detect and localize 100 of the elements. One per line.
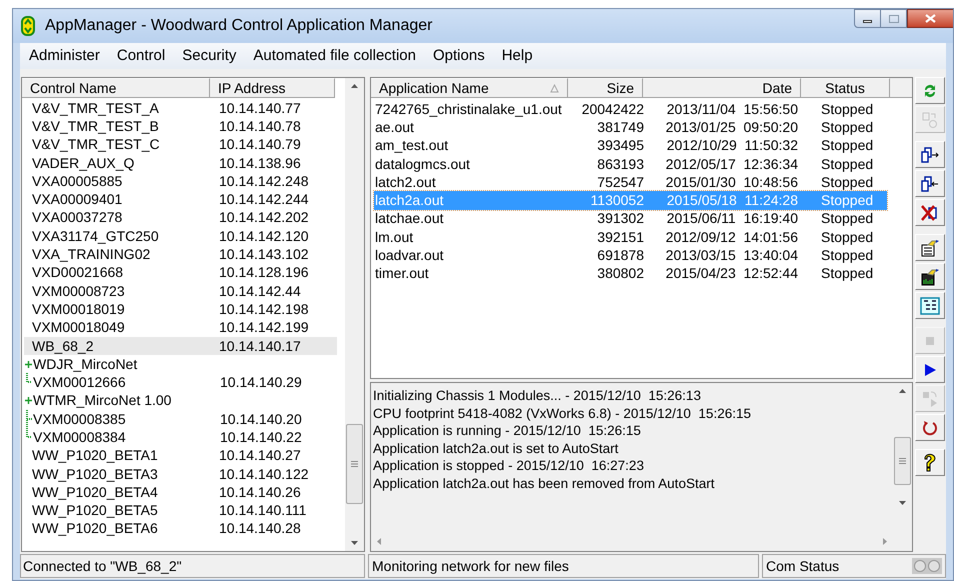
toolbar-button[interactable] xyxy=(915,263,945,290)
app-logo-icon xyxy=(21,16,35,36)
control-name: VXM00008385 xyxy=(33,410,127,429)
copy-right-icon xyxy=(920,146,940,164)
vertical-scrollbar[interactable] xyxy=(345,78,364,551)
application-name: 7242765_christinalake_u1.out xyxy=(374,100,563,119)
control-row[interactable]: VXM00008723 10.14.142.44 xyxy=(24,282,337,300)
toolbar-button[interactable] xyxy=(915,449,945,476)
application-row[interactable]: datalogmcs.out 863193 2012/05/17 12:36:34 Stopped xyxy=(374,154,887,174)
control-row[interactable]: VXA00009401 10.14.142.244 xyxy=(24,190,337,209)
convert-icon xyxy=(921,110,939,128)
step-icon xyxy=(921,390,939,408)
control-row[interactable]: V&V_TMR_TEST_B 10.14.140.78 xyxy=(24,117,337,136)
toolbar-button[interactable] xyxy=(915,141,945,168)
application-row[interactable]: latch2.out 752547 2015/01/30 10:48:56 Stopped xyxy=(374,173,887,192)
application-name: loadvar.out xyxy=(374,246,444,266)
close-icon xyxy=(925,14,936,23)
column-header[interactable]: IP Address xyxy=(210,78,335,98)
control-row[interactable]: VXA00037278 10.14.142.202 xyxy=(24,208,337,228)
application-size: 391302 xyxy=(596,209,645,228)
control-name: V&V_TMR_TEST_B xyxy=(32,116,160,136)
column-header[interactable]: Size xyxy=(568,78,643,98)
toolbar-button[interactable] xyxy=(915,356,945,383)
application-date: 2015/05/18 11:24:28 xyxy=(666,191,799,210)
application-size: 691878 xyxy=(596,246,645,266)
scroll-down-icon[interactable] xyxy=(351,541,358,545)
application-status: Stopped xyxy=(820,246,874,266)
control-row[interactable]: VXM00018019 10.14.142.198 xyxy=(24,300,337,319)
scrollbar-thumb[interactable] xyxy=(346,424,363,504)
menu-item[interactable]: Options xyxy=(433,44,485,68)
ip-address: 10.14.140.77 xyxy=(219,98,301,118)
application-status: Stopped xyxy=(820,154,874,174)
log-line: Initializing Chassis 1 Modules... - 2015/12/10 15:26:13 xyxy=(373,387,702,404)
log-line: Application is running - 2015/12/10 15:26:15 xyxy=(373,422,642,440)
menu-item[interactable]: Security xyxy=(182,44,236,68)
application-row[interactable]: timer.out 380802 2015/04/23 12:52:44 Stopped xyxy=(374,264,887,283)
application-date: 2013/01/25 09:50:20 xyxy=(664,118,799,137)
control-row[interactable]: WW_P1020_BETA1 10.14.140.27 xyxy=(24,446,337,465)
application-row[interactable]: ae.out 381749 2013/01/25 09:50:20 Stopped xyxy=(374,118,887,137)
control-row[interactable]: VXA31174_GTC250 10.14.142.120 xyxy=(24,227,337,246)
application-row[interactable]: 7242765_christinalake_u1.out 20042422 2013/11/04 15:56:50 Stopped xyxy=(374,100,887,118)
toolbar-button[interactable] xyxy=(915,234,945,261)
control-name: VADER_AUX_Q xyxy=(32,154,136,173)
control-row[interactable]: V&V_TMR_TEST_C 10.14.140.79 xyxy=(24,136,337,154)
control-row[interactable]: VXM00012666 10.14.140.29 xyxy=(24,373,337,392)
ip-address: 10.14.140.22 xyxy=(220,428,302,447)
control-row[interactable]: VXA_TRAINING02 10.14.143.102 xyxy=(24,245,337,264)
toolbar-button[interactable] xyxy=(915,199,945,226)
tree-plus-icon[interactable] xyxy=(25,360,32,368)
menu-item[interactable]: Help xyxy=(502,44,533,68)
ip-address: 10.14.140.29 xyxy=(220,373,302,392)
application-date: 2012/05/17 12:36:34 xyxy=(664,154,799,174)
control-name: WTMR_MircoNet 1.00 xyxy=(33,391,172,410)
control-row[interactable]: WDJR_MircoNet xyxy=(24,355,337,374)
column-header[interactable]: Date xyxy=(643,78,801,98)
toolbar-button[interactable] xyxy=(915,170,945,197)
control-row[interactable]: VXA00005885 10.14.142.248 xyxy=(24,172,337,190)
menu-item[interactable]: Automated file collection xyxy=(253,44,416,68)
control-row[interactable]: WW_P1020_BETA5 10.14.140.111 xyxy=(24,502,337,520)
minimize-button[interactable] xyxy=(854,9,881,28)
menu-item[interactable]: Control xyxy=(116,44,166,68)
application-row[interactable]: loadvar.out 691878 2013/03/15 13:40:04 Stopped xyxy=(374,246,887,265)
status-lights-icon xyxy=(912,558,942,574)
application-size: 863193 xyxy=(596,154,645,174)
toolbar-button[interactable] xyxy=(915,292,945,319)
application-status: Stopped xyxy=(820,118,874,137)
column-header[interactable]: Control Name xyxy=(22,78,210,98)
control-row[interactable]: WW_P1020_BETA4 10.14.140.26 xyxy=(24,483,337,502)
control-row[interactable]: VADER_AUX_Q 10.14.138.96 xyxy=(24,154,337,172)
ip-address: 10.14.142.199 xyxy=(219,318,309,338)
application-row[interactable]: am_test.out 393495 2012/10/29 11:50:32 Stopped xyxy=(374,136,887,155)
scroll-up-icon[interactable] xyxy=(351,84,358,88)
column-header[interactable]: Status xyxy=(801,78,890,98)
minimize-icon xyxy=(863,20,872,23)
control-row[interactable]: WW_P1020_BETA3 10.14.140.122 xyxy=(24,464,337,484)
menu-item[interactable]: Administer xyxy=(29,44,100,68)
control-name: V&V_TMR_TEST_C xyxy=(32,135,161,154)
application-status: Stopped xyxy=(820,228,874,247)
control-row[interactable]: V&V_TMR_TEST_A 10.14.140.77 xyxy=(24,99,337,118)
control-row[interactable]: VXD00021668 10.14.128.196 xyxy=(24,264,337,282)
toolbar-button[interactable] xyxy=(915,414,945,441)
control-row[interactable]: VXM00008384 10.14.140.22 xyxy=(24,428,337,447)
control-row[interactable]: VXM00018049 10.14.142.199 xyxy=(24,318,337,337)
column-header[interactable]: Application Name xyxy=(371,78,568,98)
application-row[interactable]: lm.out 392151 2012/09/12 14:01:56 Stopped xyxy=(374,228,887,246)
control-row[interactable]: WB_68_2 10.14.140.17 xyxy=(24,336,337,356)
ip-address: 10.14.140.26 xyxy=(219,482,301,502)
ip-address: 10.14.140.17 xyxy=(219,336,301,356)
application-status: Stopped xyxy=(820,136,874,156)
scroll-down-icon[interactable] xyxy=(899,501,906,505)
grip-icon xyxy=(899,458,906,464)
scroll-up-icon[interactable] xyxy=(899,389,906,393)
scrollbar-thumb[interactable] xyxy=(894,437,911,485)
control-row[interactable]: VXM00008385 10.14.140.20 xyxy=(24,410,337,428)
application-row[interactable]: latchae.out 391302 2015/06/11 16:19:40 Stopped xyxy=(374,210,887,228)
close-button[interactable] xyxy=(907,9,953,28)
control-row[interactable]: WW_P1020_BETA6 10.14.140.28 xyxy=(24,520,337,538)
tree-plus-icon[interactable] xyxy=(25,397,32,404)
control-row[interactable]: WTMR_MircoNet 1.00 xyxy=(24,392,337,410)
control-name: WW_P1020_BETA3 xyxy=(32,464,159,484)
